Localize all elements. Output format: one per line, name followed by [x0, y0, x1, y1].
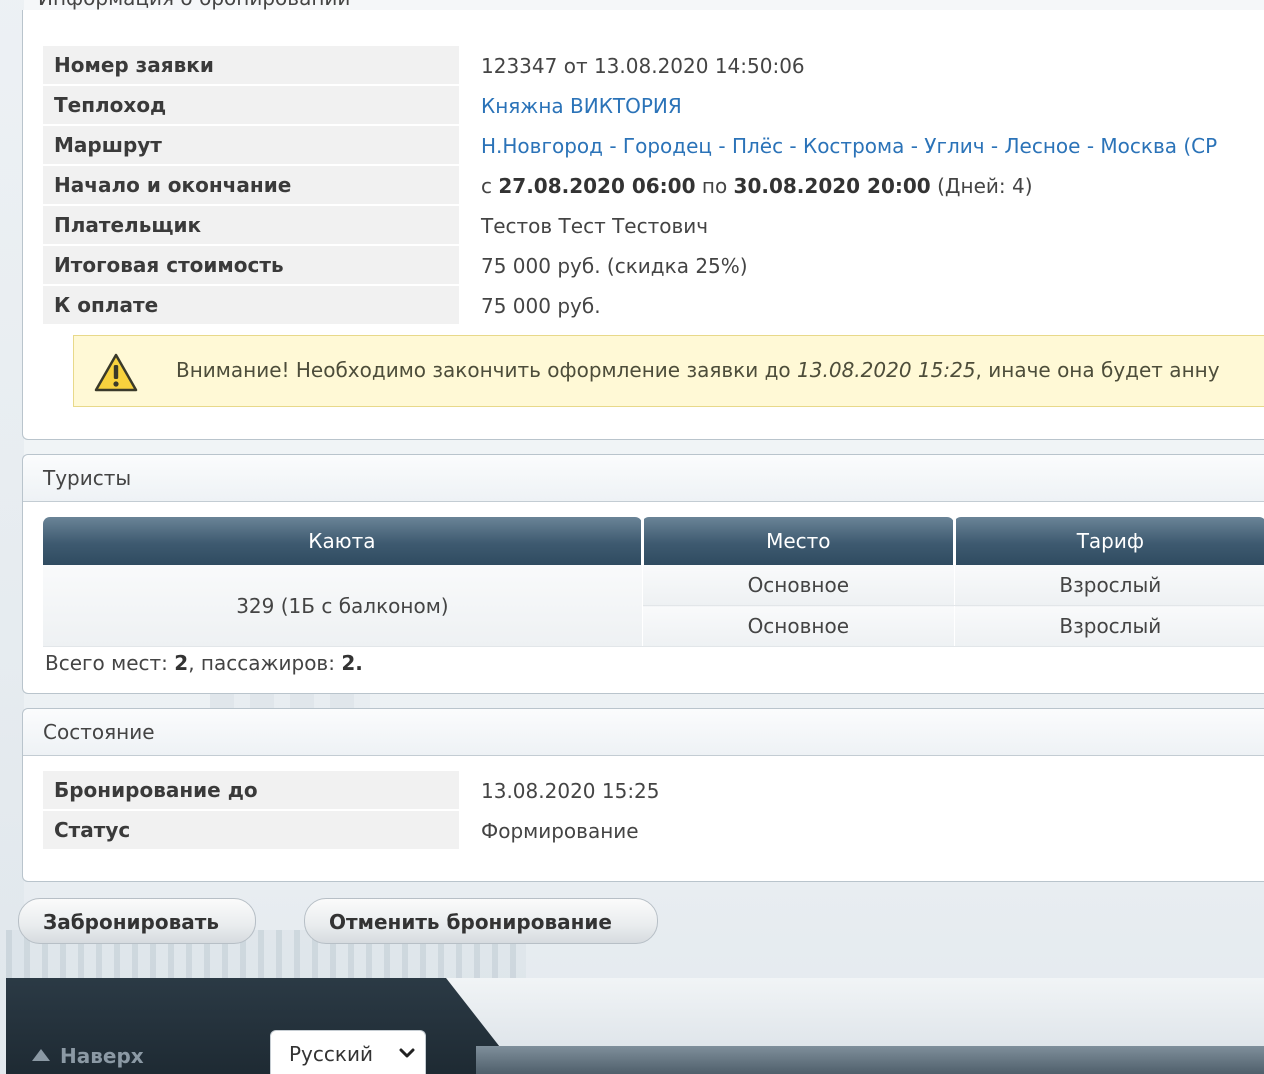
- status-panel-title: Состояние: [23, 709, 1264, 756]
- info-label: Начало и окончание: [43, 166, 459, 206]
- column-header-place[interactable]: Место: [642, 517, 956, 565]
- warning-deadline: 13.08.2020 15:25: [797, 358, 976, 382]
- info-row-route: Маршрут Н.Новгород - Городец - Плёс - Ко…: [43, 126, 1218, 166]
- language-select[interactable]: Русский: [270, 1030, 426, 1074]
- status-table: Бронирование до 13.08.2020 15:25 Статус …: [43, 771, 661, 851]
- footer-decoration: [476, 1046, 1264, 1074]
- background-decoration: [0, 0, 24, 1000]
- end-date: 30.08.2020 20:00: [733, 174, 931, 198]
- table-header-row: Каюта Место Тариф: [43, 517, 1264, 565]
- cabin-cell: 329 (1Б с балконом): [43, 565, 643, 647]
- status-label: Бронирование до: [43, 771, 459, 811]
- status-label: Статус: [43, 811, 459, 851]
- footer: Наверх Русский: [6, 978, 1264, 1074]
- status-panel: Состояние Бронирование до 13.08.2020 15:…: [22, 708, 1264, 882]
- info-label: Итоговая стоимость: [43, 246, 459, 286]
- tariff-cell: Взрослый: [954, 565, 1264, 606]
- info-row-ship: Теплоход Княжна ВИКТОРИЯ: [43, 86, 1218, 126]
- column-header-cabin[interactable]: Каюта: [43, 517, 644, 565]
- back-to-top-link[interactable]: Наверх: [32, 1044, 144, 1068]
- info-row-dates: Начало и окончание с 27.08.2020 06:00 по…: [43, 166, 1218, 206]
- status-row-status: Статус Формирование: [43, 811, 661, 851]
- booking-info-table: Номер заявки 123347 от 13.08.2020 14:50:…: [43, 46, 1218, 326]
- language-selected-value: Русский: [289, 1042, 373, 1066]
- tourists-panel: Туристы Каюта Место Тариф 329 (1Б с балк…: [22, 454, 1264, 694]
- tariff-cell: Взрослый: [954, 605, 1264, 647]
- info-row-order-number: Номер заявки 123347 от 13.08.2020 14:50:…: [43, 46, 1218, 86]
- info-label: Маршрут: [43, 126, 459, 166]
- info-row-to-pay: К оплате 75 000 руб.: [43, 286, 1218, 326]
- info-label: Номер заявки: [43, 46, 459, 86]
- warning-icon: [94, 353, 138, 392]
- seats-count: 2: [174, 651, 189, 675]
- tourists-summary: Всего мест: 2, пассажиров: 2.: [45, 651, 363, 675]
- status-value: Формирование: [481, 819, 639, 843]
- booking-info-panel: Номер заявки 123347 от 13.08.2020 14:50:…: [22, 10, 1264, 440]
- status-row-booking-until: Бронирование до 13.08.2020 15:25: [43, 771, 661, 811]
- order-number-value: 123347 от 13.08.2020 14:50:06: [481, 54, 805, 78]
- info-label: Плательщик: [43, 206, 459, 246]
- info-row-payer: Плательщик Тестов Тест Тестович: [43, 206, 1218, 246]
- footer-decoration: [446, 978, 1264, 1048]
- start-date: 27.08.2020 06:00: [498, 174, 696, 198]
- ship-link[interactable]: Княжна ВИКТОРИЯ: [481, 94, 682, 118]
- arrow-up-icon: [32, 1049, 50, 1061]
- tourists-table: Каюта Место Тариф 329 (1Б с балконом) Ос…: [43, 517, 1264, 647]
- chevron-down-icon: [399, 1048, 415, 1058]
- warning-box: Внимание! Необходимо закончить оформлени…: [73, 335, 1264, 407]
- info-row-total: Итоговая стоимость 75 000 руб. (скидка 2…: [43, 246, 1218, 286]
- warning-text: Внимание! Необходимо закончить оформлени…: [176, 358, 1220, 382]
- column-header-tariff[interactable]: Тариф: [954, 517, 1264, 565]
- table-row: 329 (1Б с балконом) Основное Взрослый: [43, 565, 1264, 647]
- to-pay-value: 75 000 руб.: [481, 294, 601, 318]
- tourists-panel-title: Туристы: [23, 455, 1264, 502]
- cancel-booking-button[interactable]: Отменить бронирование: [304, 898, 658, 944]
- place-cell: Основное: [642, 565, 955, 606]
- info-label: Теплоход: [43, 86, 459, 126]
- route-link[interactable]: Н.Новгород - Городец - Плёс - Кострома -…: [481, 134, 1217, 158]
- info-label: К оплате: [43, 286, 459, 326]
- days-count: (Дней: 4): [937, 174, 1033, 198]
- place-cell: Основное: [642, 605, 955, 647]
- book-button[interactable]: Забронировать: [18, 898, 256, 944]
- booking-until-value: 13.08.2020 15:25: [481, 779, 660, 803]
- payer-value: Тестов Тест Тестович: [481, 214, 709, 238]
- passengers-count: 2: [341, 651, 356, 675]
- total-value: 75 000 руб. (скидка 25%): [481, 254, 748, 278]
- dates-value: с 27.08.2020 06:00 по 30.08.2020 20:00 (…: [481, 174, 1033, 198]
